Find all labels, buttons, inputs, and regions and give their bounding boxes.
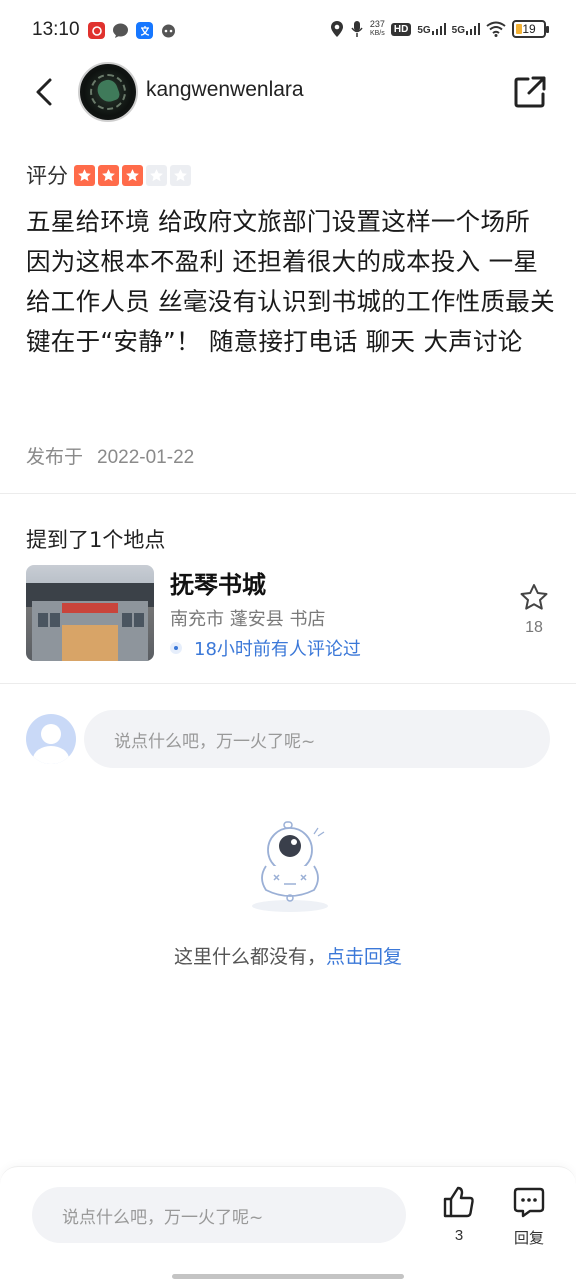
- hd-badge: HD: [390, 22, 412, 36]
- rating-row: 评分: [26, 160, 191, 190]
- bottom-bar: 说点什么吧，万一火了呢~ 3 回复: [0, 1166, 576, 1280]
- signal-bars-icon: [431, 23, 446, 35]
- star-outline-icon: [520, 584, 548, 610]
- empty-state-message: 这里什么都没有，: [173, 946, 326, 968]
- star-filled-icon: [122, 164, 143, 186]
- review-text: 五星给环境 给政府文旅部门设置这样一个场所 因为这根本不盈利 还担着很大的成本投…: [26, 207, 555, 356]
- comment-bubble-icon: [513, 1187, 545, 1218]
- header: kangwenwenlara: [0, 62, 576, 122]
- bottom-comment-input[interactable]: 说点什么吧，万一火了呢~: [32, 1187, 406, 1243]
- favorite-button[interactable]: 18: [514, 583, 554, 637]
- reply-label: 回复: [513, 1230, 544, 1247]
- like-count: 3: [454, 1227, 464, 1244]
- message-icon: [112, 22, 129, 39]
- status-bar: 13:10 237 KB/s HD 5G 5G 19: [0, 0, 576, 62]
- thumbs-up-icon: [443, 1186, 474, 1218]
- home-indicator[interactable]: [172, 1274, 404, 1279]
- translate-icon: [136, 22, 153, 39]
- net1-label: 5G: [417, 25, 431, 36]
- places-title: 提到了1个地点: [26, 528, 166, 552]
- empty-state-illustration: [244, 820, 340, 916]
- net2-label: 5G: [451, 25, 465, 36]
- reply-link[interactable]: 点击回复: [326, 946, 402, 968]
- status-app-icons: [88, 22, 177, 39]
- share-external-icon: [514, 76, 546, 108]
- favorite-count: 18: [525, 619, 543, 636]
- star-empty-icon: [170, 164, 191, 186]
- signal-bars-icon: [466, 23, 480, 35]
- empty-state-text: 这里什么都没有，点击回复: [0, 942, 576, 969]
- divider: [0, 683, 576, 684]
- battery-fill: [516, 24, 522, 34]
- author-username[interactable]: kangwenwenlara: [146, 78, 304, 102]
- place-activity: 18小时前有人评论过: [170, 635, 361, 661]
- speed-value: 237: [369, 19, 385, 29]
- star-filled-icon: [98, 164, 119, 186]
- back-button[interactable]: [26, 72, 62, 112]
- rating-stars: [74, 164, 191, 186]
- place-activity-text: 18小时前有人评论过: [194, 639, 361, 660]
- current-user-avatar: [26, 714, 76, 764]
- publish-date: 2022-01-22: [97, 447, 195, 468]
- signal-5g-2: 5G: [451, 23, 480, 36]
- place-name: 抚琴书城: [170, 571, 266, 599]
- publish-info: 发布于 2022-01-22: [26, 442, 194, 469]
- comment-input[interactable]: 说点什么吧，万一火了呢~: [84, 710, 550, 768]
- like-button[interactable]: 3: [434, 1185, 484, 1244]
- place-photo: [26, 565, 154, 661]
- chevron-left-icon: [36, 78, 52, 106]
- battery-level: 19: [522, 22, 536, 36]
- mic-icon: [351, 21, 363, 37]
- location-icon: [330, 21, 343, 37]
- netease-music-icon: [88, 22, 105, 39]
- place-card[interactable]: 抚琴书城 南充市 蓬安县 书店 18小时前有人评论过 18: [26, 565, 554, 661]
- speed-unit: KB/s: [369, 30, 385, 37]
- publish-label: 发布于: [26, 446, 84, 468]
- share-button[interactable]: [512, 74, 548, 110]
- author-avatar[interactable]: [78, 62, 138, 122]
- reply-button[interactable]: 回复: [504, 1185, 554, 1248]
- cat-app-icon: [160, 22, 177, 39]
- divider: [0, 493, 576, 494]
- star-empty-icon: [146, 164, 167, 186]
- rating-label: 评分: [26, 164, 68, 188]
- activity-dot-icon: [170, 642, 182, 654]
- place-meta: 南充市 蓬安县 书店: [170, 609, 326, 630]
- battery-icon: 19: [512, 20, 549, 38]
- star-filled-icon: [74, 164, 95, 186]
- speed-indicator: 237 KB/s: [370, 20, 385, 38]
- signal-5g-1: 5G: [417, 23, 446, 36]
- wifi-icon: [486, 21, 506, 37]
- status-right: 237 KB/s HD 5G 5G 19: [330, 20, 549, 38]
- status-time: 13:10: [32, 19, 80, 40]
